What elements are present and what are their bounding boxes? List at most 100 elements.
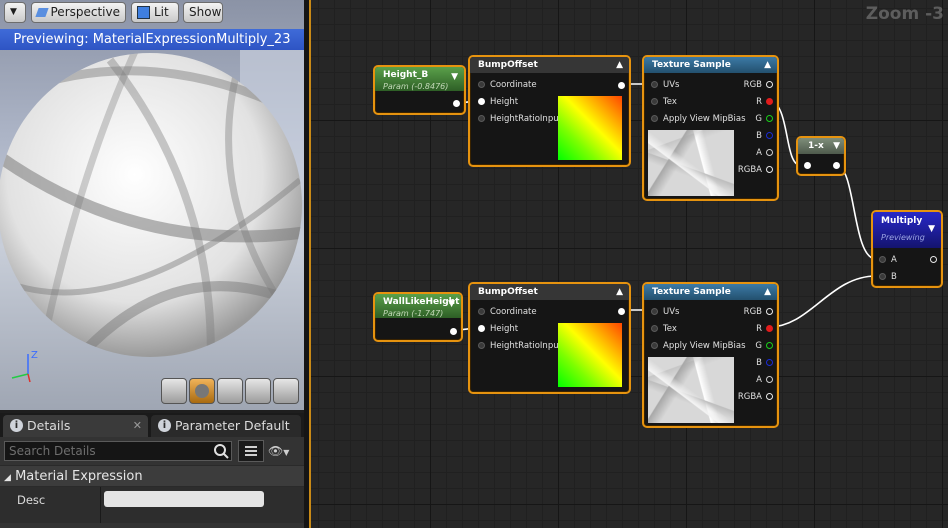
pin-label: R <box>756 324 762 334</box>
collapse-arrow-icon[interactable]: ▼ <box>833 138 840 154</box>
height-pin[interactable] <box>478 98 485 105</box>
close-icon[interactable]: ✕ <box>133 415 142 437</box>
output-pin[interactable] <box>618 82 625 89</box>
node-texture-sample-1[interactable]: Texture Sample ▲ UVs Tex Apply View MipB… <box>642 55 779 201</box>
pin-label: G <box>755 114 762 124</box>
output-pin[interactable] <box>930 256 937 263</box>
b-pin[interactable] <box>766 132 773 139</box>
pin-label: Apply View MipBias <box>663 341 746 351</box>
desc-property-row: Desc <box>0 487 304 523</box>
node-one-minus[interactable]: 1-x ▼ <box>796 136 846 176</box>
collapse-arrow-icon[interactable]: ▼ <box>928 222 935 236</box>
axis-z-label: Z <box>31 350 38 361</box>
collapse-arrow-icon[interactable]: ▼ <box>448 298 455 310</box>
g-pin[interactable] <box>766 115 773 122</box>
row-divider <box>100 487 101 523</box>
rgb-pin[interactable] <box>766 308 773 315</box>
node-title: BumpOffset <box>478 60 538 70</box>
pin-label: R <box>756 97 762 107</box>
chevron-down-icon: ▼ <box>10 7 17 17</box>
cube-preview-icon[interactable] <box>245 378 271 404</box>
desc-field[interactable] <box>104 491 264 507</box>
tex-pin[interactable] <box>651 325 658 332</box>
node-bumpoffset-1[interactable]: BumpOffset ▲ Coordinate Height HeightRat… <box>468 55 631 167</box>
pin-label: B <box>756 131 762 141</box>
node-title: Texture Sample <box>652 60 731 70</box>
output-pin[interactable] <box>453 100 460 107</box>
a-pin[interactable] <box>766 376 773 383</box>
node-preview-thumbnail <box>558 323 622 387</box>
custom-mesh-preview-icon[interactable] <box>273 378 299 404</box>
output-pin[interactable] <box>618 308 625 315</box>
axis-gizmo-icon: Z <box>11 350 38 383</box>
output-pin[interactable] <box>450 328 457 335</box>
texture-thumbnail <box>648 130 734 196</box>
uvs-pin[interactable] <box>651 81 658 88</box>
pin-label: Tex <box>663 97 677 107</box>
pin-label: HeightRatioInput <box>490 341 562 351</box>
plane-preview-icon[interactable] <box>217 378 243 404</box>
sphere-shape-icon <box>195 384 209 398</box>
viewport-menu-button[interactable]: ▼ <box>4 2 26 23</box>
rgb-pin[interactable] <box>766 81 773 88</box>
pin-label: B <box>756 358 762 368</box>
pin-label: G <box>755 341 762 351</box>
tab-parameter-label: Parameter Default <box>175 418 290 433</box>
tab-parameter-defaults[interactable]: i Parameter Default <box>151 415 301 437</box>
pin-label: A <box>756 375 762 385</box>
tab-details[interactable]: i Details ✕ <box>3 415 148 437</box>
node-multiply[interactable]: Multiply ▼ Previewing A B <box>871 210 943 288</box>
height-ratio-pin[interactable] <box>478 342 485 349</box>
pin-label: Height <box>490 324 519 334</box>
lit-button[interactable]: Lit <box>131 2 179 23</box>
coordinate-pin[interactable] <box>478 308 485 315</box>
a-input-pin[interactable] <box>879 256 886 263</box>
uvs-pin[interactable] <box>651 308 658 315</box>
output-pin[interactable] <box>833 162 840 169</box>
pin-label: UVs <box>663 307 680 317</box>
visibility-options-button[interactable]: 👁▼ <box>268 444 289 458</box>
node-texture-sample-2[interactable]: Texture Sample ▲ UVs Tex Apply View MipB… <box>642 282 779 428</box>
b-input-pin[interactable] <box>879 273 886 280</box>
input-pin[interactable] <box>804 162 811 169</box>
node-height-b[interactable]: Height_B ▼ Param (-0.8476) <box>373 65 466 115</box>
r-pin[interactable] <box>766 325 773 332</box>
collapse-arrow-icon[interactable]: ▲ <box>616 57 623 73</box>
rgba-pin[interactable] <box>766 393 773 400</box>
r-pin[interactable] <box>766 98 773 105</box>
search-details-input[interactable]: Search Details <box>4 441 232 461</box>
material-expression-section[interactable]: ◢ Material Expression <box>0 465 304 487</box>
eye-icon: 👁 <box>268 444 284 458</box>
node-walllike-height[interactable]: WallLikeHeight ▼ Param (-1.747) <box>373 292 463 342</box>
mipbias-pin[interactable] <box>651 115 658 122</box>
height-ratio-pin[interactable] <box>478 115 485 122</box>
node-title: BumpOffset <box>478 287 538 297</box>
pin-label: UVs <box>663 80 680 90</box>
b-pin[interactable] <box>766 359 773 366</box>
perspective-button[interactable]: Perspective <box>31 2 126 23</box>
collapse-arrow-icon[interactable]: ▲ <box>764 284 771 300</box>
lit-cube-icon <box>137 6 150 19</box>
tex-pin[interactable] <box>651 98 658 105</box>
coordinate-pin[interactable] <box>478 81 485 88</box>
property-matrix-button[interactable] <box>238 440 264 462</box>
tab-details-label: Details <box>27 418 71 433</box>
pin-label: A <box>756 148 762 158</box>
collapse-arrow-icon[interactable]: ▼ <box>451 71 458 83</box>
node-bumpoffset-2[interactable]: BumpOffset ▲ Coordinate Height HeightRat… <box>468 282 631 394</box>
show-button[interactable]: Show <box>183 2 223 23</box>
sphere-preview-icon[interactable] <box>189 378 215 404</box>
a-pin[interactable] <box>766 149 773 156</box>
mipbias-pin[interactable] <box>651 342 658 349</box>
collapse-arrow-icon[interactable]: ▲ <box>616 284 623 300</box>
graph-selection-edge <box>309 0 311 528</box>
cylinder-preview-icon[interactable] <box>161 378 187 404</box>
g-pin[interactable] <box>766 342 773 349</box>
rgba-pin[interactable] <box>766 166 773 173</box>
height-pin[interactable] <box>478 325 485 332</box>
pin-label: RGBA <box>737 392 762 402</box>
collapse-arrow-icon[interactable]: ▲ <box>764 57 771 73</box>
preview-viewport[interactable]: ▼ Perspective Lit Show Previewing: Mater… <box>0 0 304 410</box>
material-graph-canvas[interactable]: Zoom -3 Height_B ▼ Param (-0.8476) WallL… <box>310 0 948 528</box>
node-title: Texture Sample <box>652 287 731 297</box>
